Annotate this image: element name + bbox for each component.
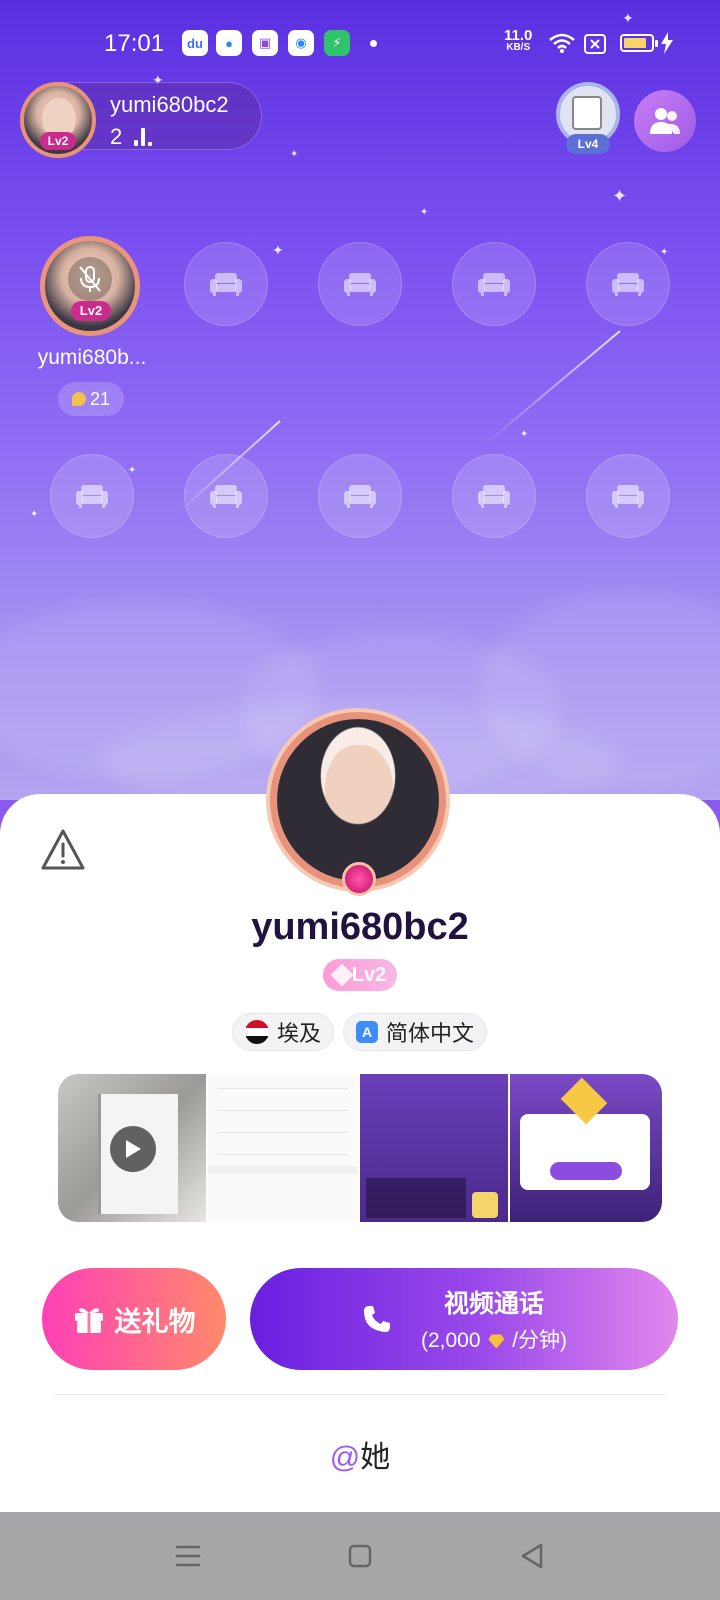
language-icon: A: [356, 1021, 378, 1043]
empty-seat[interactable]: [452, 242, 536, 326]
host-level-badge: Lv2: [40, 132, 76, 150]
avatar-frame-badge-icon: [342, 862, 376, 896]
gallery-next-arrow-icon[interactable]: [574, 1124, 614, 1164]
seat-level-badge: Lv2: [71, 301, 111, 321]
gift-icon: [74, 1308, 103, 1333]
play-icon[interactable]: [110, 1126, 156, 1172]
divider: [54, 1394, 666, 1395]
mic-muted-icon: [68, 256, 112, 301]
menu-nav-button[interactable]: [172, 1540, 204, 1572]
room-members-button[interactable]: [634, 90, 696, 152]
send-gift-button[interactable]: 送礼物: [42, 1268, 226, 1370]
empty-seat[interactable]: [318, 242, 402, 326]
report-warning-icon[interactable]: [40, 828, 86, 872]
empty-seat[interactable]: [50, 454, 134, 538]
listener-count: 2: [110, 124, 123, 149]
no-sim-icon: [584, 34, 606, 54]
empty-seat[interactable]: [184, 242, 268, 326]
sofa-icon: [612, 273, 644, 296]
sofa-icon: [612, 485, 644, 508]
language-tag: A 简体中文: [343, 1013, 488, 1051]
baidu-icon: du: [182, 30, 208, 56]
back-triangle-icon: [521, 1543, 543, 1569]
battery-icon: [620, 34, 658, 52]
diamond-icon: [488, 1334, 505, 1349]
video-call-label: 视频通话: [443, 1290, 544, 1318]
empty-seat[interactable]: [184, 454, 268, 538]
qq-browser-icon: ◉: [288, 30, 314, 56]
video-call-button[interactable]: 视频通话 (2,000 /分钟): [250, 1268, 678, 1370]
phone-icon: [363, 1306, 390, 1332]
notification-dot: [370, 40, 377, 47]
egypt-flag-icon: [245, 1020, 269, 1044]
seat-occupied-1[interactable]: Lv2: [40, 236, 140, 336]
home-square-icon: [348, 1544, 372, 1568]
profile-username: yumi680bc2: [251, 906, 469, 948]
empty-seat[interactable]: [586, 242, 670, 326]
sofa-icon: [210, 485, 242, 508]
sofa-icon: [344, 485, 376, 508]
sofa-icon: [478, 273, 510, 296]
mention-label: 她: [360, 1441, 391, 1474]
mention-button[interactable]: @她: [0, 1432, 720, 1476]
gallery-video-thumb[interactable]: [58, 1074, 206, 1222]
people-icon: [650, 108, 680, 134]
sofa-icon: [478, 485, 510, 508]
sofa-icon: [76, 485, 108, 508]
gallery-thumb-3[interactable]: [360, 1074, 508, 1222]
photo-gallery[interactable]: [58, 1074, 662, 1222]
sofa-icon: [210, 273, 242, 296]
diamond-level-icon: [330, 963, 354, 987]
back-nav-button[interactable]: [516, 1540, 548, 1572]
empty-seat[interactable]: [318, 454, 402, 538]
at-symbol: @: [329, 1441, 361, 1474]
menu-icon: [175, 1545, 201, 1567]
profile-level-badge: Lv2: [323, 959, 397, 991]
trophy-badge[interactable]: Lv4: [552, 78, 624, 160]
seat-bean-count: 21: [58, 382, 124, 416]
empty-seat[interactable]: [586, 454, 670, 538]
mug-icon: [572, 96, 602, 130]
seat-username: yumi680b...: [37, 346, 147, 369]
gallery-thumb-2[interactable]: [208, 1074, 358, 1222]
green-security-app-icon: ⚡: [324, 30, 350, 56]
trophy-level-badge: Lv4: [566, 134, 610, 154]
status-bar: 17:01 du ● ▣ ◉ ⚡ 11.0 KB/S: [0, 22, 720, 68]
blue-circle-app-icon: ●: [216, 30, 242, 56]
country-tag: 埃及: [232, 1013, 335, 1051]
network-speed: 11.0 KB/S: [504, 27, 533, 53]
status-time: 17:01: [104, 30, 165, 57]
empty-seat[interactable]: [452, 454, 536, 538]
home-nav-button[interactable]: [344, 1540, 376, 1572]
bean-icon: [71, 392, 86, 406]
host-name: yumi680bc2: [110, 92, 229, 117]
purple-tv-app-icon: ▣: [252, 30, 278, 56]
signal-bars-icon: [134, 128, 154, 146]
video-call-price: (2,000 /分钟): [420, 1329, 568, 1352]
sofa-icon: [344, 273, 376, 296]
system-navigation-bar: [0, 1512, 720, 1600]
charging-icon: [661, 32, 673, 54]
wifi-icon: [549, 33, 575, 53]
